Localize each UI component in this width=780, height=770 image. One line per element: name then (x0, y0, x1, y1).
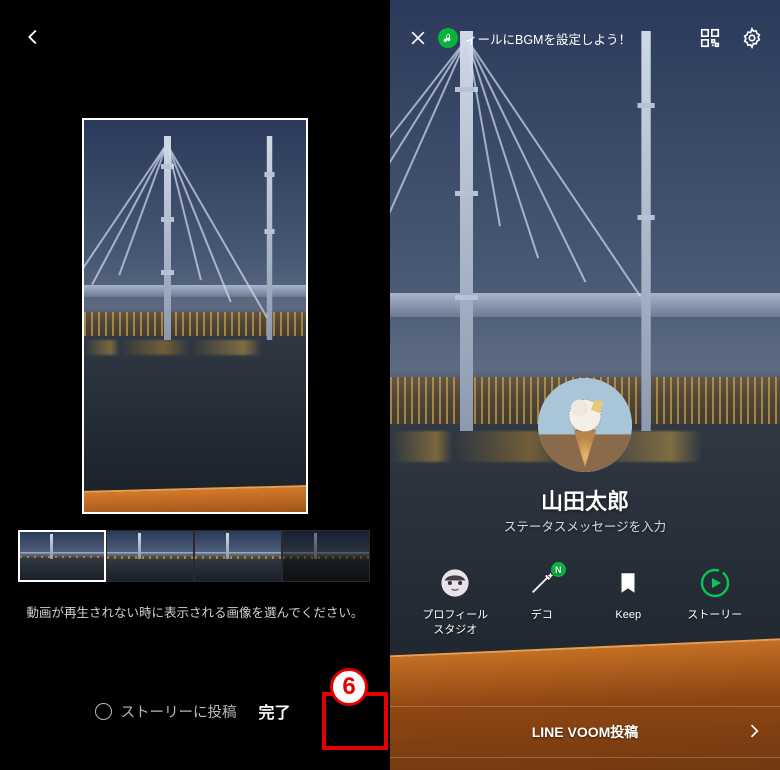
profile-avatar[interactable] (538, 378, 632, 472)
action-label: プロフィール スタジオ (422, 608, 488, 638)
action-label: ストーリー (687, 608, 742, 623)
cover-preview (82, 118, 308, 514)
action-label: デコ (531, 608, 553, 623)
chevron-right-icon (744, 721, 766, 743)
bookmark-icon (611, 566, 645, 600)
voom-label: LINE VOOM投稿 (532, 722, 639, 742)
line-voom-post-button[interactable]: LINE VOOM投稿 (390, 706, 780, 758)
profile-action-row: プロフィール スタジオ N デコ Keep (390, 566, 780, 638)
cover-thumbnail[interactable] (194, 530, 282, 582)
close-button[interactable] (404, 24, 432, 52)
profile-top-bar: ィールにBGMを設定しよう！ (390, 24, 780, 52)
cover-thumbnail[interactable] (106, 530, 194, 582)
music-note-icon (438, 28, 458, 48)
bgm-prompt-text: ィールにBGMを設定しよう！ (465, 29, 631, 48)
back-button[interactable] (22, 26, 52, 56)
deco-button[interactable]: N デコ (506, 566, 578, 638)
qr-code-button[interactable] (696, 24, 724, 52)
cover-thumbnail[interactable] (18, 530, 106, 582)
done-button[interactable]: 完了 (254, 693, 294, 729)
cover-select-screen: 動画が再生されない時に表示される画像を選んでください。 ストーリーに投稿 完了 … (0, 0, 390, 770)
post-to-story-label: ストーリーに投稿 (120, 701, 236, 722)
radio-icon (95, 703, 112, 720)
settings-button[interactable] (738, 24, 766, 52)
status-message-input[interactable]: ステータスメッセージを入力 (390, 516, 780, 535)
hint-text: 動画が再生されない時に表示される画像を選んでください。 (0, 602, 390, 626)
story-play-icon (698, 566, 732, 600)
avatar-face-icon (438, 566, 472, 600)
profile-studio-button[interactable]: プロフィール スタジオ (419, 566, 491, 638)
post-to-story-toggle[interactable]: ストーリーに投稿 (95, 701, 236, 722)
bgm-prompt[interactable]: ィールにBGMを設定しよう！ (438, 28, 631, 48)
action-label: Keep (615, 608, 641, 623)
cover-thumbnail-strip (18, 530, 372, 582)
new-badge: N (551, 562, 566, 577)
bottom-bar: ストーリーに投稿 完了 (0, 682, 390, 740)
display-name[interactable]: 山田太郎 (390, 484, 780, 516)
keep-button[interactable]: Keep (592, 566, 664, 638)
profile-screen: ィールにBGMを設定しよう！ (390, 0, 780, 770)
cover-thumbnail[interactable] (282, 530, 370, 582)
story-button[interactable]: ストーリー (679, 566, 751, 638)
